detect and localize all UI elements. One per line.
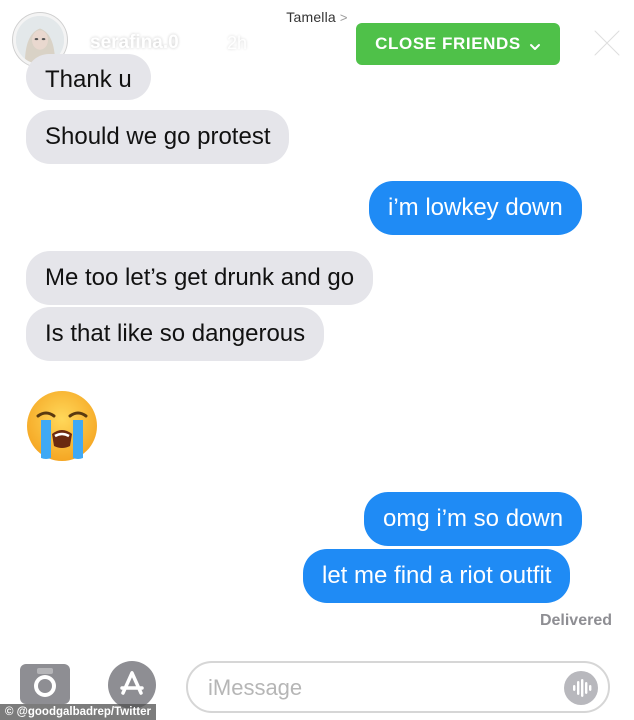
delivered-status: Delivered <box>539 612 612 629</box>
message-bubble-outgoing[interactable]: i’m lowkey down <box>369 181 582 235</box>
app-store-icon[interactable] <box>108 661 156 709</box>
photo-credit: © @goodgalbadrep/Twitter <box>0 704 156 720</box>
audio-message-icon[interactable] <box>564 671 598 705</box>
chevron-down-icon <box>529 38 541 50</box>
story-timestamp: 2h <box>227 33 248 53</box>
message-text: Is that like so dangerous <box>45 320 306 347</box>
close-friends-label: CLOSE FRIENDS <box>375 34 521 53</box>
chevron-right-icon: > <box>339 10 348 25</box>
message-bubble-incoming[interactable]: Is that like so dangerous <box>26 307 325 361</box>
close-friends-button[interactable]: CLOSE FRIENDS <box>356 23 560 65</box>
loudly-crying-face-icon[interactable] <box>24 388 100 464</box>
contact-name: Tamella <box>286 9 336 25</box>
close-icon[interactable] <box>588 24 626 62</box>
camera-icon[interactable] <box>20 664 70 704</box>
message-input[interactable]: iMessage <box>186 661 610 713</box>
story-screenshot: Tamella > serafina.0 2h CLOSE FRIENDS Tha… <box>0 0 634 720</box>
message-bubble-incoming[interactable]: Should we go protest <box>26 110 290 164</box>
message-bubble-incoming[interactable]: Thank u <box>26 54 151 100</box>
message-text: Should we go protest <box>45 123 271 150</box>
message-text: i’m lowkey down <box>388 194 563 221</box>
message-text: let me find a riot outfit <box>322 562 552 589</box>
message-bubble-incoming[interactable]: Me too let’s get drunk and go <box>26 251 374 305</box>
message-text: Me too let’s get drunk and go <box>45 264 355 291</box>
message-bubble-outgoing[interactable]: omg i’m so down <box>364 492 583 546</box>
story-username[interactable]: serafina.0 <box>90 32 179 54</box>
message-text: omg i’m so down <box>383 505 564 532</box>
message-text: Thank u <box>45 66 132 93</box>
message-bubble-outgoing[interactable]: let me find a riot outfit <box>303 549 571 603</box>
message-input-placeholder: iMessage <box>208 675 303 700</box>
